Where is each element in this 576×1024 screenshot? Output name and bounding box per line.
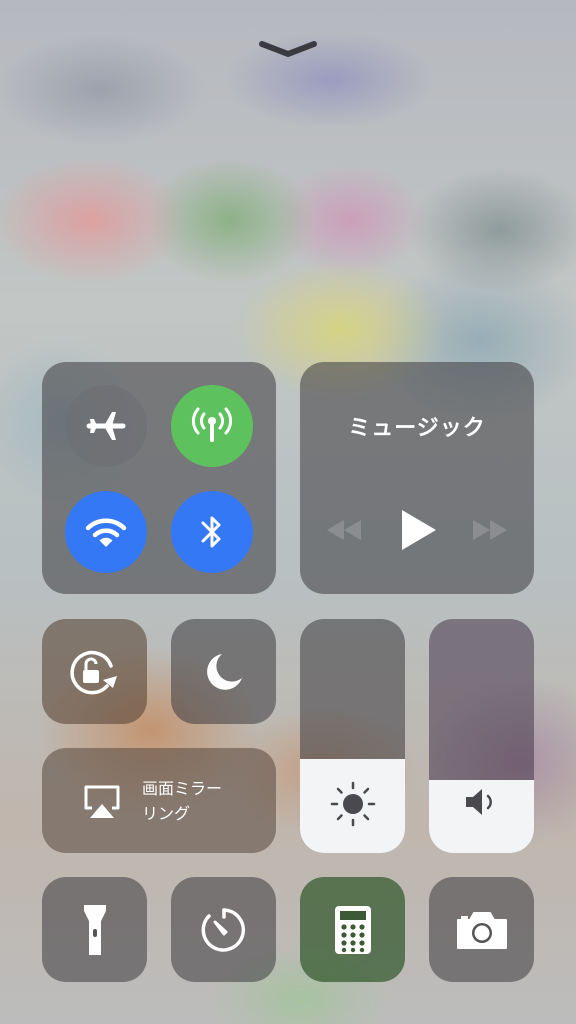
flashlight-button[interactable] <box>42 877 147 982</box>
wifi-icon <box>85 518 127 547</box>
music-player[interactable]: ミュージック <box>300 362 534 594</box>
sun-icon <box>330 781 375 827</box>
moon-icon <box>206 653 242 690</box>
cellular-data-toggle[interactable] <box>171 385 253 467</box>
airplane-icon <box>86 412 126 440</box>
airplane-mode-toggle[interactable] <box>65 385 147 467</box>
airplay-icon <box>84 785 120 818</box>
connectivity-panel <box>42 362 276 594</box>
music-title: ミュージック <box>348 416 486 441</box>
antenna-icon <box>191 407 233 442</box>
do-not-disturb-button[interactable] <box>171 619 276 724</box>
rewind-button[interactable] <box>322 514 366 546</box>
play-button[interactable] <box>395 508 441 552</box>
screen-mirroring-button[interactable]: 画面ミラー リング <box>42 748 276 853</box>
screen-mirroring-label: 画面ミラー リング <box>142 779 223 823</box>
camera-icon <box>456 911 507 949</box>
bluetooth-toggle[interactable] <box>171 491 253 573</box>
fast-forward-icon <box>473 520 507 540</box>
camera-button[interactable] <box>429 877 534 982</box>
wifi-toggle[interactable] <box>65 491 147 573</box>
rotation-lock-icon <box>69 650 117 694</box>
fast-forward-button[interactable] <box>468 514 512 546</box>
bluetooth-icon <box>201 516 221 548</box>
play-icon <box>402 510 436 550</box>
calculator-button[interactable] <box>300 877 405 982</box>
timer-button[interactable] <box>171 877 276 982</box>
speaker-icon <box>465 789 492 815</box>
brightness-slider[interactable] <box>300 619 405 853</box>
chevron-down-icon[interactable] <box>258 38 318 60</box>
calculator-icon <box>334 905 371 954</box>
rotation-lock-button[interactable] <box>42 619 147 724</box>
volume-slider[interactable] <box>429 619 534 853</box>
rewind-icon <box>327 520 361 540</box>
flashlight-icon <box>83 904 106 955</box>
timer-icon <box>201 907 245 952</box>
